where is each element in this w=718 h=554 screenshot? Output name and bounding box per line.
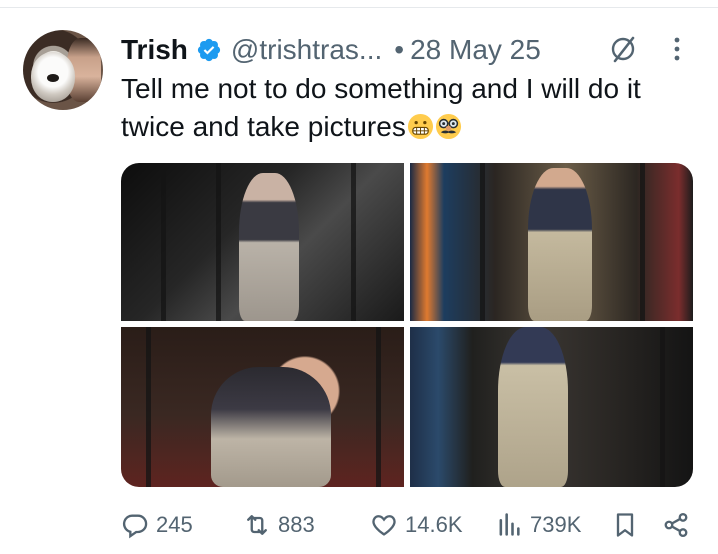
separator-dot: •	[394, 34, 405, 65]
like-button[interactable]: 14.6K	[370, 505, 463, 545]
cart-bar	[376, 327, 381, 487]
share-button[interactable]	[662, 505, 690, 545]
photo-subject	[239, 173, 299, 321]
photo-1[interactable]	[121, 163, 404, 321]
media-grid	[121, 163, 693, 487]
disguised-face-icon	[435, 113, 461, 140]
cart-bar	[640, 163, 645, 321]
top-divider	[0, 7, 718, 8]
repost-button[interactable]: 883	[243, 505, 315, 545]
post-header: Trish @trishtras... • 28 May 25	[121, 30, 701, 70]
bookmark-button[interactable]	[611, 505, 639, 545]
verified-badge-icon	[197, 38, 221, 62]
cart-bar	[351, 163, 356, 321]
post-text: Tell me not to do something and I will d…	[121, 70, 701, 146]
display-name[interactable]: Trish	[121, 34, 188, 66]
cart-bar	[660, 327, 665, 487]
post-text-content: Tell me not to do something and I will d…	[121, 73, 641, 142]
photo-subject	[528, 168, 592, 321]
reply-button[interactable]: 245	[121, 505, 193, 545]
cart-bar	[480, 163, 485, 321]
cart-bar	[146, 327, 151, 487]
repost-icon	[247, 515, 267, 535]
view-count: 739K	[530, 512, 582, 537]
photo-3[interactable]	[121, 327, 404, 487]
grimacing-face-icon	[407, 113, 433, 140]
share-icon	[664, 512, 688, 538]
post-date[interactable]: 28 May 25	[410, 34, 541, 66]
photo-4[interactable]	[410, 327, 693, 487]
like-count: 14.6K	[405, 512, 463, 537]
photo-subject	[498, 327, 568, 487]
repost-count: 883	[278, 512, 315, 537]
photo-subject	[211, 367, 331, 487]
views-icon	[499, 513, 520, 536]
cart-bar	[161, 163, 166, 321]
cart-bar	[216, 163, 221, 321]
avatar[interactable]	[23, 30, 103, 110]
reply-icon	[122, 514, 148, 539]
photo-2[interactable]	[410, 163, 693, 321]
views-button[interactable]: 739K	[495, 505, 581, 545]
reply-count: 245	[156, 512, 193, 537]
more-icon[interactable]	[671, 34, 683, 64]
action-bar: 245 883 14.6K 739K	[121, 505, 701, 545]
author-handle[interactable]: @trishtras...	[231, 34, 382, 66]
bookmark-icon	[616, 513, 634, 537]
heart-icon	[372, 515, 396, 536]
grok-icon[interactable]	[607, 33, 639, 65]
avatar-dog	[31, 52, 75, 102]
